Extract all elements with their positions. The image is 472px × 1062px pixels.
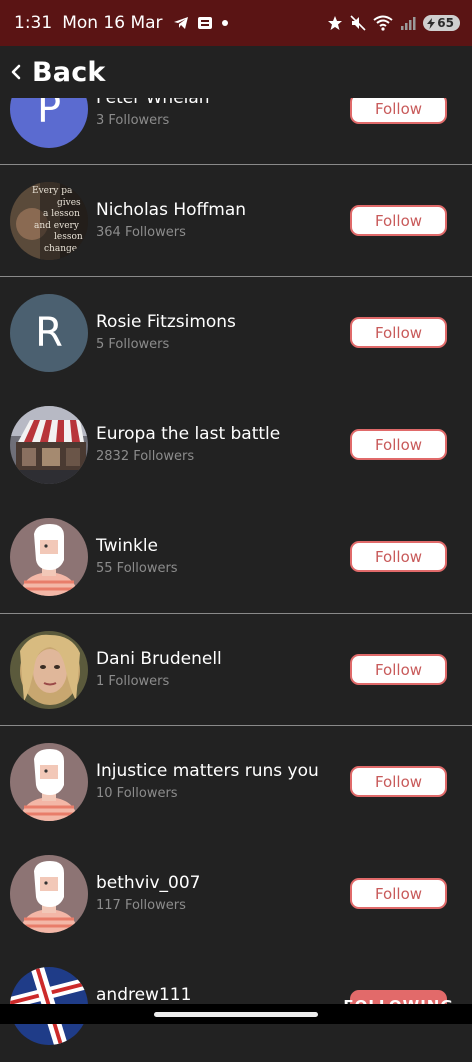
avatar bbox=[10, 631, 88, 709]
follower-count: 2832 Followers bbox=[96, 449, 195, 464]
signal-icon bbox=[401, 17, 416, 30]
user-name: Twinkle bbox=[96, 536, 158, 556]
mute-icon bbox=[350, 15, 366, 31]
follow-button[interactable]: Follow bbox=[350, 878, 447, 909]
user-name: Dani Brudenell bbox=[96, 649, 222, 669]
avatar bbox=[10, 406, 88, 484]
follow-button[interactable]: Follow bbox=[350, 766, 447, 797]
follower-count: 55 Followers bbox=[96, 561, 178, 576]
chevron-left-icon bbox=[11, 64, 21, 80]
battery-level: 65 bbox=[437, 16, 454, 30]
quote-line: gives bbox=[57, 198, 81, 208]
star-icon bbox=[328, 16, 343, 30]
list-item[interactable]: Europa the last battle 2832 Followers Fo… bbox=[0, 389, 472, 501]
follow-button[interactable]: Follow bbox=[350, 429, 447, 460]
avatar: R bbox=[10, 294, 88, 372]
avatar bbox=[10, 518, 88, 596]
user-name: Nicholas Hoffman bbox=[96, 200, 247, 220]
follow-button[interactable]: Follow bbox=[350, 654, 447, 685]
follow-button[interactable]: Follow bbox=[350, 541, 447, 572]
wifi-icon bbox=[373, 15, 393, 31]
follower-count: 1 Followers bbox=[96, 674, 170, 689]
avatar-letter: R bbox=[35, 310, 63, 356]
list-item[interactable]: Every pa gives a lesson and every lesson… bbox=[0, 165, 472, 277]
back-button[interactable]: Back bbox=[10, 57, 106, 88]
list-item[interactable]: Injustice matters runs you 10 Followers … bbox=[0, 726, 472, 838]
battery-indicator: 65 bbox=[423, 15, 460, 31]
status-bar: 1:31 Mon 16 Mar 65 bbox=[0, 0, 472, 46]
follow-button[interactable]: Follow bbox=[350, 317, 447, 348]
follower-count: 10 Followers bbox=[96, 786, 178, 801]
quote-line: change bbox=[44, 244, 77, 254]
status-date: Mon 16 Mar bbox=[62, 13, 163, 33]
quote-line: a lesson bbox=[43, 209, 80, 219]
charging-bolt-icon bbox=[427, 17, 436, 29]
list-item[interactable]: bethviv_007 117 Followers Follow bbox=[0, 838, 472, 950]
followers-list[interactable]: P Peter Whelan 3 Followers Follow Every … bbox=[0, 0, 472, 1045]
user-name: Rosie Fitzsimons bbox=[96, 312, 236, 332]
avatar: Every pa gives a lesson and every lesson… bbox=[10, 182, 88, 260]
sim-card-icon bbox=[197, 17, 212, 29]
avatar bbox=[10, 855, 88, 933]
follow-button[interactable]: Follow bbox=[350, 205, 447, 236]
user-name: bethviv_007 bbox=[96, 873, 201, 893]
quote-line: Every pa bbox=[32, 186, 73, 196]
follower-count: 364 Followers bbox=[96, 225, 186, 240]
top-app-bar: Back bbox=[0, 46, 472, 98]
avatar bbox=[10, 743, 88, 821]
follower-count: 117 Followers bbox=[96, 898, 186, 913]
list-item[interactable]: Dani Brudenell 1 Followers Follow bbox=[0, 614, 472, 726]
quote-line: lesson bbox=[54, 232, 83, 242]
list-item[interactable]: Twinkle 55 Followers Follow bbox=[0, 501, 472, 613]
user-name: Europa the last battle bbox=[96, 424, 281, 444]
notification-dot-icon bbox=[221, 20, 228, 26]
user-name: andrew111 bbox=[96, 985, 192, 1005]
system-nav-bar bbox=[0, 1004, 472, 1024]
gesture-handle[interactable] bbox=[154, 1012, 318, 1017]
back-label: Back bbox=[32, 56, 106, 88]
status-time: 1:31 bbox=[14, 13, 53, 33]
quote-line: and every bbox=[34, 221, 80, 231]
follower-count: 3 Followers bbox=[96, 113, 170, 128]
follower-count: 5 Followers bbox=[96, 337, 170, 352]
list-item[interactable]: R Rosie Fitzsimons 5 Followers Follow bbox=[0, 277, 472, 389]
telegram-icon bbox=[173, 17, 188, 29]
user-name: Injustice matters runs you bbox=[96, 761, 319, 781]
